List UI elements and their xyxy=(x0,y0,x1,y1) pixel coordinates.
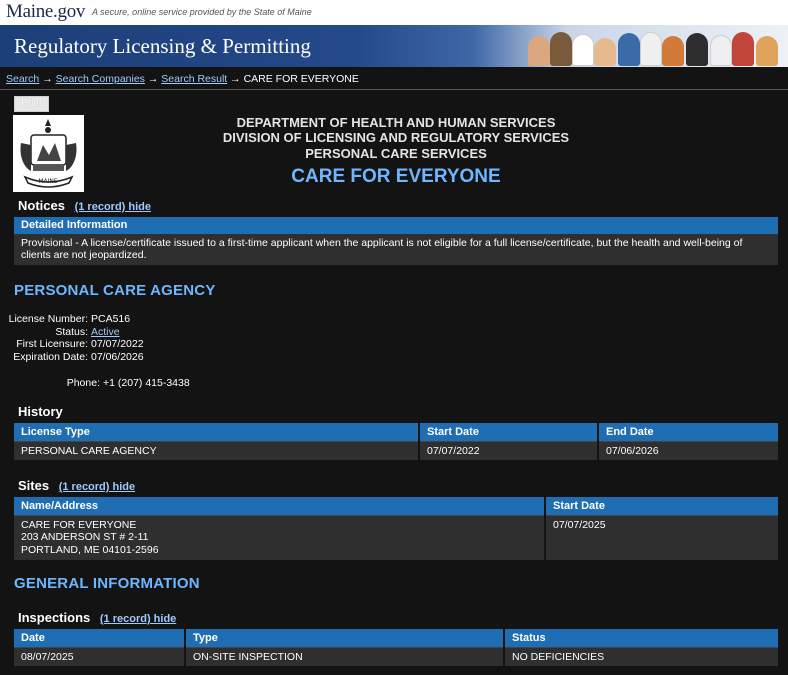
notices-title: Notices xyxy=(18,198,65,213)
sites-title: Sites xyxy=(18,478,50,493)
notices-section: Notices (1 record) hide xyxy=(18,198,151,213)
site-address-line2: PORTLAND, ME 04101-2596 xyxy=(21,543,159,556)
site-name: CARE FOR EVERYONE xyxy=(21,518,137,531)
table-row: 08/07/2025 ON-SITE INSPECTION NO DEFICIE… xyxy=(14,646,778,666)
site-tagline: A secure, online service provided by the… xyxy=(92,7,312,17)
license-number: PCA516 xyxy=(91,313,131,325)
sites-col-start-date: Start Date xyxy=(545,497,778,515)
history-col-license-type: License Type xyxy=(14,423,420,441)
print-button[interactable]: Print xyxy=(14,96,49,112)
table-row: CARE FOR EVERYONE 203 ANDERSON ST # 2-11… xyxy=(14,514,778,560)
table-row: PERSONAL CARE AGENCY 07/07/2022 07/06/20… xyxy=(14,440,778,460)
license-heading: PERSONAL CARE AGENCY xyxy=(14,282,216,299)
history-col-end-date: End Date xyxy=(598,423,778,441)
breadcrumb-search-companies[interactable]: Search Companies xyxy=(56,73,145,85)
history-title: History xyxy=(18,404,63,419)
breadcrumb-current: CARE FOR EVERYONE xyxy=(243,73,359,85)
facility-name: CARE FOR EVERYONE xyxy=(291,166,501,187)
history-col-start-date: Start Date xyxy=(419,423,599,441)
top-bar: Maine.gov A secure, online service provi… xyxy=(0,0,788,25)
inspections-col-status: Status xyxy=(504,629,778,647)
sites-col-name-address: Name/Address xyxy=(14,497,546,515)
notices-text: Provisional - A license/certificate issu… xyxy=(14,234,778,265)
breadcrumb: Search → Search Companies → Search Resul… xyxy=(6,73,359,85)
history-table: License Type Start Date End Date PERSONA… xyxy=(14,423,778,460)
inspections-col-type: Type xyxy=(185,629,505,647)
sites-section: Sites (1 record) hide xyxy=(18,478,135,493)
notices-box: Detailed Information Provisional - A lic… xyxy=(14,217,778,265)
site-start-date: 07/07/2025 xyxy=(545,514,778,560)
license-details: License Number: PCA516 Status: Active Firs… xyxy=(8,313,144,363)
service-title: PERSONAL CARE SERVICES xyxy=(305,146,487,161)
breadcrumb-search-result[interactable]: Search Result xyxy=(161,73,227,85)
phone-number: +1 (207) 415-3438 xyxy=(103,377,190,389)
sites-toggle-link[interactable]: (1 record) hide xyxy=(59,481,135,493)
inspections-title: Inspections xyxy=(18,610,91,625)
inspections-table: Date Type Status 08/07/2025 ON-SITE INSP… xyxy=(14,629,778,666)
breadcrumb-search[interactable]: Search xyxy=(6,73,39,85)
notices-toggle-link[interactable]: (1 record) hide xyxy=(75,201,151,213)
phone-row: Phone: +1 (207) 415-3438 xyxy=(66,377,190,389)
banner-people-image xyxy=(520,28,788,66)
division-title: DIVISION OF LICENSING AND REGULATORY SER… xyxy=(222,130,570,145)
banner-title: Regulatory Licensing & Permitting xyxy=(14,34,311,58)
license-status-link[interactable]: Active xyxy=(91,326,120,338)
first-licensure-date: 07/07/2022 xyxy=(91,338,144,350)
site-address-line1: 203 ANDERSON ST # 2-11 xyxy=(21,531,149,543)
maine-gov-logo[interactable]: Maine.gov xyxy=(6,1,85,23)
notices-header: Detailed Information xyxy=(14,217,778,234)
inspections-col-date: Date xyxy=(14,629,186,647)
inspections-toggle-link[interactable]: (1 record) hide xyxy=(100,613,176,625)
sites-table: Name/Address Start Date CARE FOR EVERYON… xyxy=(14,497,778,560)
general-info-heading: GENERAL INFORMATION xyxy=(14,575,200,592)
department-title: DEPARTMENT OF HEALTH AND HUMAN SERVICES xyxy=(236,115,556,130)
expiration-date: 07/06/2026 xyxy=(91,350,144,363)
inspections-section: Inspections (1 record) hide xyxy=(18,610,176,625)
breadcrumb-divider xyxy=(0,89,788,90)
